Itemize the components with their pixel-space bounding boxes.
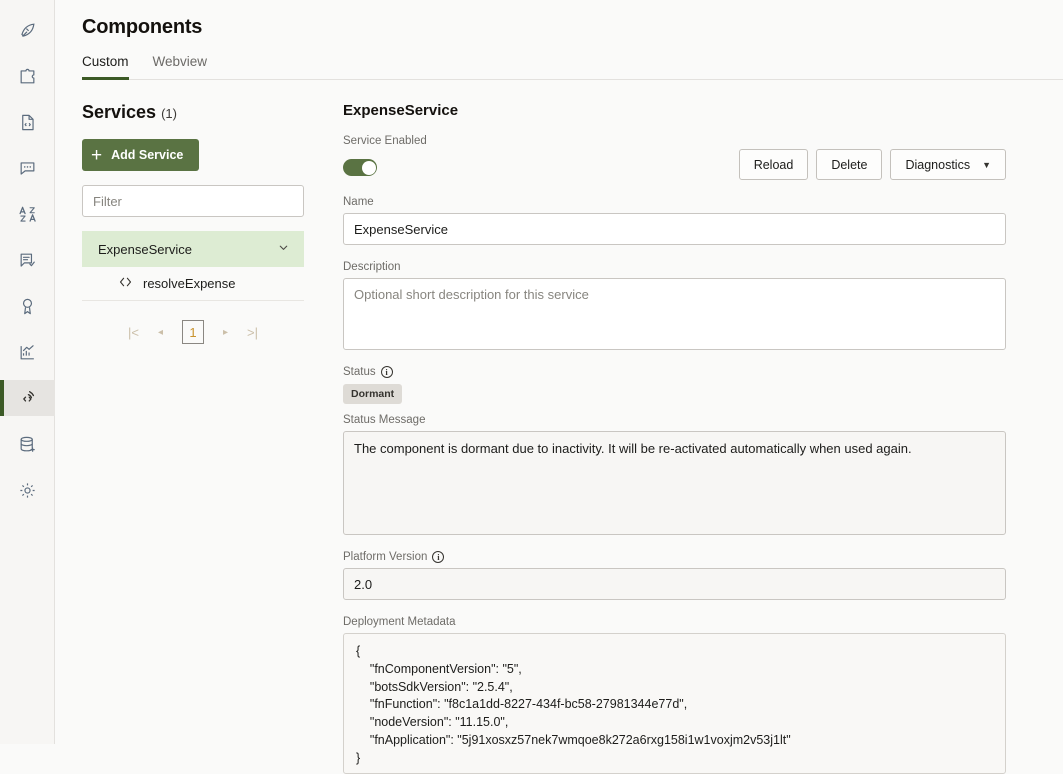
badge-award-icon <box>18 297 37 316</box>
name-field-label: Name <box>343 196 1006 208</box>
delete-button[interactable]: Delete <box>816 149 882 180</box>
sidebar-item-quality[interactable] <box>0 288 55 324</box>
service-child-resolveexpense[interactable]: resolveExpense <box>82 267 304 301</box>
info-icon[interactable]: i <box>432 551 444 563</box>
caret-down-icon: ▼ <box>982 160 991 170</box>
status-badge: Dormant <box>343 384 402 404</box>
diagnostics-label: Diagnostics <box>905 158 970 172</box>
file-code-icon <box>18 113 37 132</box>
status-message-value: The component is dormant due to inactivi… <box>343 431 1006 535</box>
status-field-label: Status i <box>343 366 1006 378</box>
services-count: (1) <box>161 106 177 121</box>
service-enabled-label: Service Enabled <box>343 135 1006 147</box>
service-detail-panel: ExpenseService Service Enabled Reload De… <box>323 80 1063 774</box>
add-service-label: Add Service <box>111 148 183 162</box>
enable-and-actions-row: Reload Delete Diagnostics ▼ <box>343 147 1006 180</box>
chevron-down-icon[interactable] <box>277 241 290 257</box>
chart-insights-icon <box>18 343 37 362</box>
filter-input[interactable] <box>82 185 304 217</box>
content-columns: Services (1) + Add Service ExpenseServic… <box>55 80 1063 774</box>
info-icon[interactable]: i <box>381 366 393 378</box>
service-child-label: resolveExpense <box>143 276 236 291</box>
page-title: Components <box>55 0 1063 39</box>
pagination-next[interactable]: ▸ <box>212 319 239 345</box>
platform-version-label: Platform Version i <box>343 551 1006 563</box>
services-panel: Services (1) + Add Service ExpenseServic… <box>55 80 323 774</box>
pagination-last[interactable]: >| <box>239 319 266 345</box>
plus-icon: + <box>91 146 102 165</box>
status-label-text: Status <box>343 366 376 378</box>
tab-bar: Custom Webview <box>82 53 1063 80</box>
diagnostics-button[interactable]: Diagnostics ▼ <box>890 149 1006 180</box>
name-input[interactable] <box>343 213 1006 245</box>
deployment-metadata-label: Deployment Metadata <box>343 616 1006 628</box>
pagination: |< ◂ 1 ▸ >| <box>82 319 304 345</box>
sidebar-item-designer[interactable] <box>0 12 55 48</box>
sidebar-item-data[interactable] <box>0 426 55 462</box>
service-item-label: ExpenseService <box>98 242 192 257</box>
components-broadcast-icon <box>18 388 38 408</box>
add-service-button[interactable]: + Add Service <box>82 139 199 171</box>
sidebar-item-resource-bundles[interactable] <box>0 104 55 140</box>
services-heading: Services (1) <box>82 102 323 123</box>
service-enabled-toggle[interactable] <box>343 159 377 176</box>
sidebar-item-settings[interactable] <box>0 472 55 508</box>
language-translate-icon <box>18 204 38 224</box>
sidebar-item-flows[interactable] <box>0 58 55 94</box>
description-field-label: Description <box>343 261 1006 273</box>
service-list-item-expenseservice[interactable]: ExpenseService <box>82 231 304 267</box>
feather-icon <box>18 21 37 40</box>
left-icon-rail <box>0 0 55 744</box>
pagination-current-page: 1 <box>182 320 204 344</box>
sidebar-item-intents[interactable] <box>0 150 55 186</box>
status-message-label: Status Message <box>343 414 1006 426</box>
sidebar-item-insights[interactable] <box>0 334 55 370</box>
reload-button[interactable]: Reload <box>739 149 809 180</box>
platform-version-label-text: Platform Version <box>343 551 427 563</box>
database-add-icon <box>18 435 37 454</box>
tab-webview[interactable]: Webview <box>153 54 208 80</box>
app-window: Components Custom Webview Services (1) +… <box>0 0 1063 744</box>
pagination-first[interactable]: |< <box>120 319 147 345</box>
code-brackets-icon <box>118 275 133 292</box>
sidebar-item-translation[interactable] <box>0 196 55 232</box>
services-heading-label: Services <box>82 102 156 122</box>
action-buttons: Reload Delete Diagnostics ▼ <box>739 149 1006 180</box>
sidebar-item-components[interactable] <box>0 380 55 416</box>
platform-version-input <box>343 568 1006 600</box>
message-list-icon <box>18 251 37 270</box>
detail-title: ExpenseService <box>343 102 1006 119</box>
description-textarea[interactable] <box>343 278 1006 350</box>
tab-custom[interactable]: Custom <box>82 54 129 80</box>
main-content: Components Custom Webview Services (1) +… <box>55 0 1063 744</box>
deployment-metadata-value: { "fnComponentVersion": "5", "botsSdkVer… <box>343 633 1006 774</box>
puzzle-piece-icon <box>18 67 37 86</box>
gear-icon <box>18 481 37 500</box>
toggle-knob <box>362 161 376 175</box>
pagination-prev[interactable]: ◂ <box>147 319 174 345</box>
chat-bubble-icon <box>18 159 37 178</box>
sidebar-item-qna[interactable] <box>0 242 55 278</box>
